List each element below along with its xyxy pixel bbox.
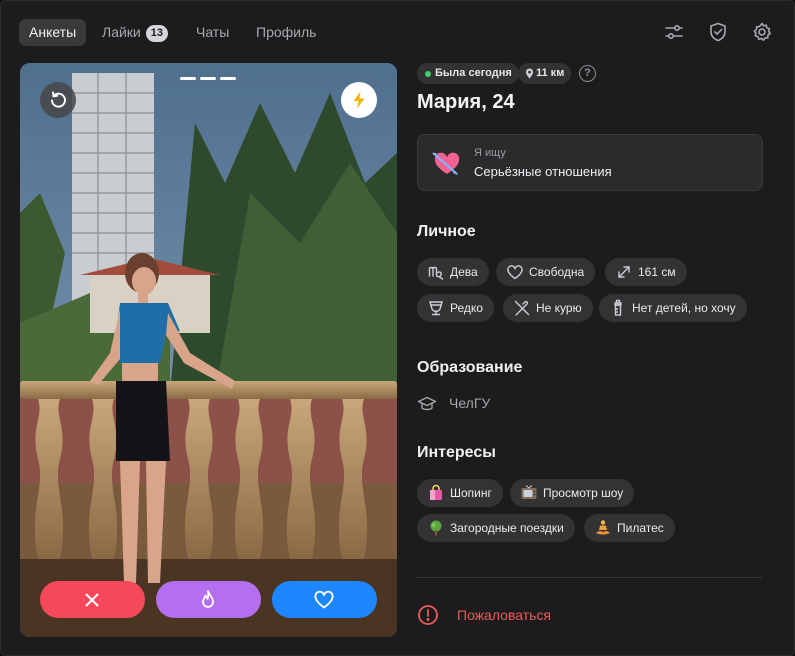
heart-arrow-icon bbox=[432, 152, 460, 175]
chip-interest-tv: Просмотр шоу bbox=[510, 479, 635, 507]
pagination-dot[interactable] bbox=[220, 77, 236, 80]
tab-label: Профиль bbox=[256, 24, 317, 40]
distance-badge: 11 км bbox=[518, 63, 572, 84]
education-section-title: Образование bbox=[417, 359, 523, 376]
tab-label: Чаты bbox=[196, 24, 230, 40]
chip-interest-pilates: Пилатес bbox=[584, 514, 675, 542]
chip-label: 161 см bbox=[638, 265, 676, 279]
chip-height: 161 см bbox=[605, 258, 687, 286]
photo-scene bbox=[20, 63, 397, 637]
chip-label: Шопинг bbox=[450, 486, 492, 500]
tree-icon bbox=[427, 519, 445, 537]
top-nav: Анкеты Лайки 13 Чаты Профиль bbox=[1, 1, 794, 63]
chip-drinking: Редко bbox=[417, 294, 494, 322]
profile-name-age: Мария, 24 bbox=[417, 91, 515, 113]
superlike-button[interactable] bbox=[156, 581, 261, 618]
heart-outline-icon bbox=[506, 263, 524, 281]
chip-smoking: Не курю bbox=[503, 294, 593, 322]
shield-check-icon[interactable] bbox=[707, 21, 729, 43]
photo-pagination bbox=[180, 77, 238, 81]
tv-icon bbox=[520, 484, 538, 502]
chip-relationship: Свободна bbox=[496, 258, 596, 286]
baby-bottle-icon bbox=[609, 299, 627, 317]
dislike-button[interactable] bbox=[40, 581, 145, 618]
online-status-badge: Была сегодня bbox=[417, 63, 519, 84]
chip-label: Просмотр шоу bbox=[543, 486, 624, 500]
interests-section-title: Интересы bbox=[417, 444, 496, 461]
status-text: Была сегодня bbox=[435, 67, 512, 79]
help-icon[interactable]: ? bbox=[579, 65, 596, 82]
gear-icon[interactable] bbox=[751, 21, 773, 43]
chip-label: Редко bbox=[450, 301, 483, 315]
shopping-bag-icon bbox=[427, 484, 445, 502]
chip-interest-trips: Загородные поездки bbox=[417, 514, 575, 542]
looking-for-card: Я ищу Серьёзные отношения bbox=[417, 134, 763, 191]
boost-button[interactable] bbox=[341, 82, 377, 118]
chip-label: Загородные поездки bbox=[450, 521, 564, 535]
chip-label: Свободна bbox=[529, 265, 585, 279]
personal-section-title: Личное bbox=[417, 223, 476, 240]
warning-icon bbox=[418, 605, 438, 625]
divider bbox=[417, 577, 762, 578]
chip-label: Пилатес bbox=[617, 521, 664, 535]
chip-zodiac: Дева bbox=[417, 258, 489, 286]
looking-for-value: Серьёзные отношения bbox=[474, 164, 612, 179]
chip-label: Нет детей, но хочу bbox=[632, 301, 736, 315]
tab-chats[interactable]: Чаты bbox=[186, 19, 239, 46]
online-dot bbox=[425, 71, 431, 77]
education-value: ЧелГУ bbox=[449, 395, 491, 411]
likes-count-badge: 13 bbox=[145, 25, 168, 42]
meditation-icon bbox=[594, 519, 612, 537]
tab-profile[interactable]: Профиль bbox=[246, 19, 326, 46]
like-button[interactable] bbox=[272, 581, 377, 618]
virgo-icon bbox=[427, 263, 445, 281]
tab-likes[interactable]: Лайки 13 bbox=[92, 19, 178, 46]
lightning-icon bbox=[353, 91, 365, 109]
chip-children: Нет детей, но хочу bbox=[599, 294, 747, 322]
wine-glass-icon bbox=[427, 299, 445, 317]
profile-photo[interactable] bbox=[20, 63, 397, 637]
chip-interest-shopping: Шопинг bbox=[417, 479, 503, 507]
close-icon bbox=[85, 593, 99, 607]
app-window: Анкеты Лайки 13 Чаты Профиль Была сегодн… bbox=[0, 0, 795, 656]
chip-label: Не курю bbox=[536, 301, 582, 315]
rewind-button[interactable] bbox=[40, 82, 76, 118]
height-icon bbox=[615, 263, 633, 281]
looking-for-caption: Я ищу bbox=[474, 147, 506, 159]
heart-icon bbox=[314, 590, 334, 609]
pagination-dot[interactable] bbox=[180, 77, 196, 80]
tab-label: Анкеты bbox=[29, 24, 77, 40]
report-label: Пожаловаться bbox=[457, 607, 552, 623]
rewind-icon bbox=[51, 91, 66, 108]
no-smoking-icon bbox=[513, 299, 531, 317]
flame-icon bbox=[202, 590, 214, 608]
filters-icon[interactable] bbox=[663, 21, 685, 43]
distance-text: 11 км bbox=[536, 67, 565, 79]
graduation-cap-icon bbox=[417, 396, 437, 411]
pagination-dot[interactable] bbox=[200, 77, 216, 80]
tab-label: Лайки bbox=[102, 24, 141, 40]
tab-profiles[interactable]: Анкеты bbox=[19, 19, 87, 46]
chip-label: Дева bbox=[450, 265, 478, 279]
location-pin-icon bbox=[525, 68, 534, 79]
